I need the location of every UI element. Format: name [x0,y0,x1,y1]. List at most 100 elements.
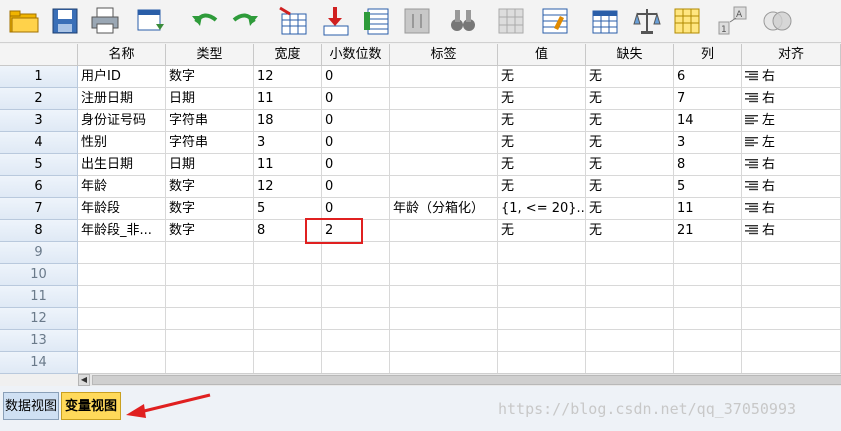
empty-cell[interactable] [254,264,322,286]
empty-cell[interactable] [390,308,498,330]
save-icon[interactable] [48,4,82,38]
row-header[interactable]: 4 [0,132,78,154]
empty-cell[interactable] [742,264,841,286]
cell-type[interactable]: 日期 [166,154,254,176]
cell-columns[interactable]: 8 [674,154,742,176]
cell-type[interactable]: 数字 [166,176,254,198]
insert-variable-icon[interactable] [538,4,572,38]
cell-align[interactable]: 右 [742,176,841,198]
cell-name[interactable]: 性别 [78,132,166,154]
empty-cell[interactable] [674,286,742,308]
empty-cell[interactable] [78,352,166,374]
cell-missing[interactable]: 无 [586,88,674,110]
cell-decimals[interactable]: 0 [322,132,390,154]
insert-case-icon[interactable] [494,4,528,38]
cell-values[interactable]: 无 [498,88,586,110]
row-header[interactable]: 9 [0,242,78,264]
cell-width[interactable]: 18 [254,110,322,132]
cell-missing[interactable]: 无 [586,110,674,132]
cell-decimals[interactable]: 0 [322,88,390,110]
row-header[interactable]: 13 [0,330,78,352]
cell-name[interactable]: 注册日期 [78,88,166,110]
header-col-values[interactable]: 值 [498,44,586,66]
goto-case-icon[interactable] [276,4,310,38]
cell-missing[interactable]: 无 [586,220,674,242]
cell-columns[interactable]: 21 [674,220,742,242]
empty-cell[interactable] [254,330,322,352]
row-header[interactable]: 14 [0,352,78,374]
cell-missing[interactable]: 无 [586,198,674,220]
tab-variable-view[interactable]: 变量视图 [61,392,121,420]
header-col-type[interactable]: 类型 [166,44,254,66]
empty-cell[interactable] [586,308,674,330]
cell-name[interactable]: 年龄段 [78,198,166,220]
empty-cell[interactable] [674,242,742,264]
cell-type[interactable]: 数字 [166,66,254,88]
row-header[interactable]: 8 [0,220,78,242]
cell-values[interactable]: 无 [498,154,586,176]
cell-label[interactable]: 年龄（分箱化） [390,198,498,220]
empty-cell[interactable] [742,352,841,374]
row-header[interactable]: 2 [0,88,78,110]
empty-cell[interactable] [586,286,674,308]
empty-cell[interactable] [498,264,586,286]
cell-width[interactable]: 11 [254,154,322,176]
empty-cell[interactable] [254,286,322,308]
cell-missing[interactable]: 无 [586,66,674,88]
row-header[interactable]: 7 [0,198,78,220]
empty-cell[interactable] [742,286,841,308]
cell-label[interactable] [390,132,498,154]
header-col-columns[interactable]: 列 [674,44,742,66]
cell-width[interactable]: 12 [254,66,322,88]
empty-cell[interactable] [586,242,674,264]
header-col-label[interactable]: 标签 [390,44,498,66]
cell-align[interactable]: 右 [742,220,841,242]
cell-name[interactable]: 年龄段_非... [78,220,166,242]
cell-align[interactable]: 右 [742,66,841,88]
cell-name[interactable]: 出生日期 [78,154,166,176]
row-header[interactable]: 3 [0,110,78,132]
cell-columns[interactable]: 6 [674,66,742,88]
empty-cell[interactable] [78,308,166,330]
cell-name[interactable]: 年龄 [78,176,166,198]
cell-align[interactable]: 右 [742,198,841,220]
empty-cell[interactable] [322,264,390,286]
cell-width[interactable]: 3 [254,132,322,154]
cell-label[interactable] [390,110,498,132]
cell-align[interactable]: 左 [742,110,841,132]
cell-align[interactable]: 右 [742,88,841,110]
cell-type[interactable]: 数字 [166,198,254,220]
cell-values[interactable]: 无 [498,132,586,154]
goto-variable-icon[interactable] [318,4,352,38]
empty-cell[interactable] [322,308,390,330]
empty-cell[interactable] [674,330,742,352]
cell-missing[interactable]: 无 [586,176,674,198]
cell-width[interactable]: 11 [254,88,322,110]
empty-cell[interactable] [586,264,674,286]
empty-cell[interactable] [78,330,166,352]
cell-name[interactable]: 身份证号码 [78,110,166,132]
empty-cell[interactable] [674,264,742,286]
cell-decimals[interactable]: 0 [322,154,390,176]
empty-cell[interactable] [674,308,742,330]
cell-align[interactable]: 左 [742,132,841,154]
empty-cell[interactable] [498,330,586,352]
scroll-thumb[interactable] [92,375,841,385]
empty-cell[interactable] [78,242,166,264]
empty-cell[interactable] [78,286,166,308]
variables-icon[interactable] [360,4,394,38]
cell-values[interactable]: 无 [498,110,586,132]
cell-values[interactable]: 无 [498,220,586,242]
value-labels-icon[interactable]: 1A [716,4,750,38]
row-header[interactable]: 5 [0,154,78,176]
empty-cell[interactable] [166,308,254,330]
empty-cell[interactable] [322,330,390,352]
find-icon[interactable] [400,4,434,38]
empty-cell[interactable] [322,286,390,308]
cell-missing[interactable]: 无 [586,132,674,154]
print-icon[interactable] [88,4,122,38]
header-col-name[interactable]: 名称 [78,44,166,66]
cell-values[interactable]: 无 [498,66,586,88]
cell-label[interactable] [390,176,498,198]
tab-data-view[interactable]: 数据视图 [3,392,59,420]
